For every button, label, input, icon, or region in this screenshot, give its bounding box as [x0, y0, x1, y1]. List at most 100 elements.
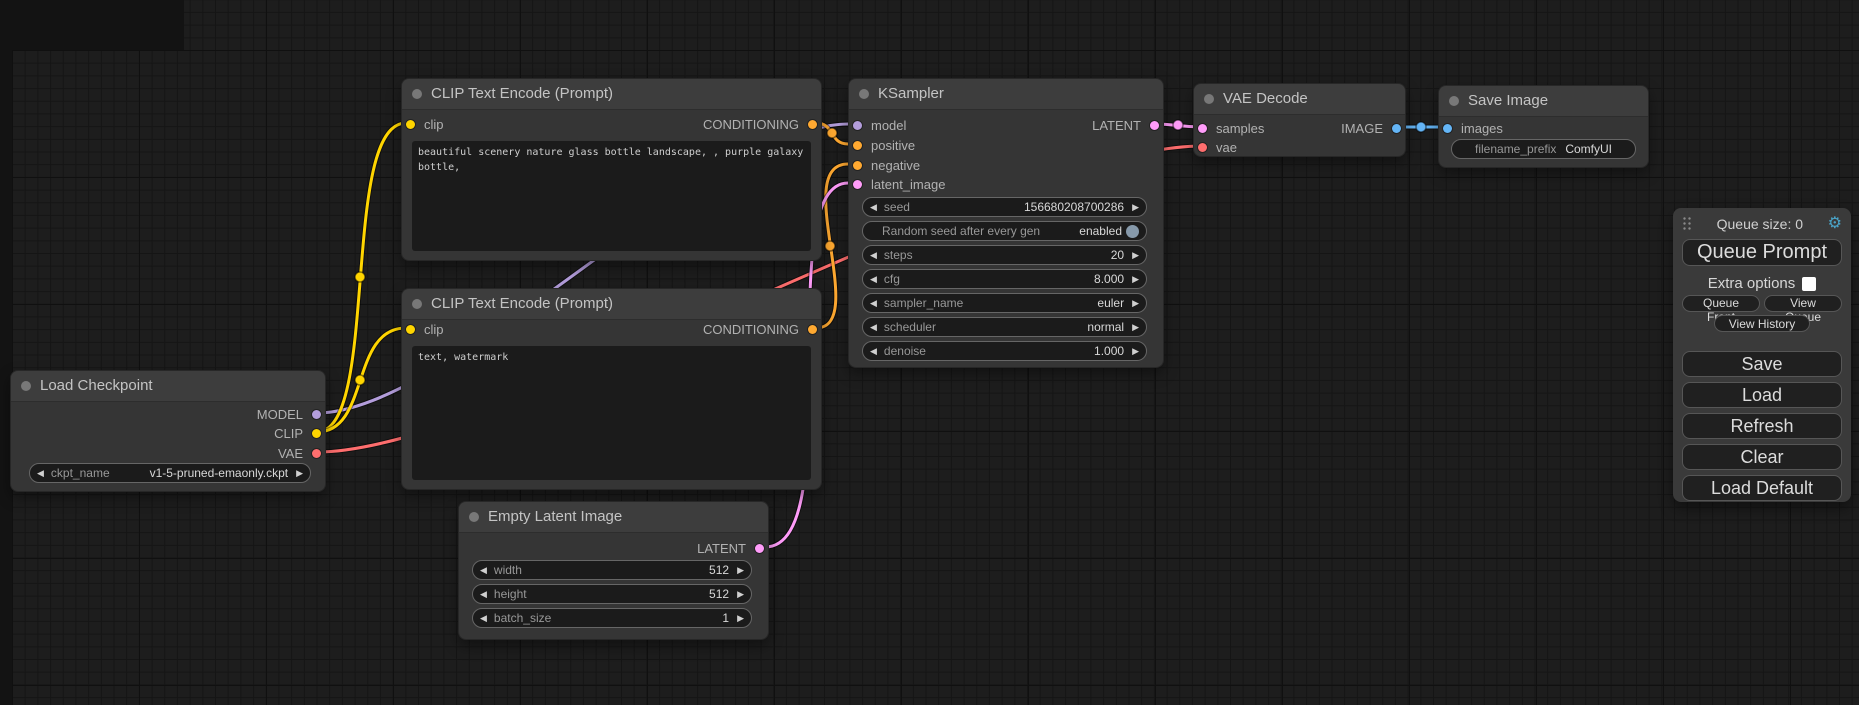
- widget-label: denoise: [884, 344, 926, 358]
- model-output-slot[interactable]: [312, 410, 321, 419]
- denoise-widget[interactable]: ◀ denoise 1.000 ▶: [862, 341, 1147, 361]
- collapse-dot[interactable]: [21, 381, 31, 391]
- latent-output-slot[interactable]: [755, 544, 764, 553]
- node-clip-text-encode-negative[interactable]: CLIP Text Encode (Prompt) clip CONDITION…: [401, 288, 822, 490]
- gear-icon[interactable]: ⚙: [1828, 216, 1842, 232]
- increment-arrow-icon[interactable]: ▶: [737, 590, 744, 599]
- node-title-bar[interactable]: CLIP Text Encode (Prompt): [402, 289, 821, 320]
- node-title: Empty Latent Image: [488, 502, 622, 532]
- prompt-textarea[interactable]: text, watermark: [412, 346, 811, 480]
- vae-output-slot[interactable]: [312, 449, 321, 458]
- image-output-slot[interactable]: [1392, 124, 1401, 133]
- model-input-slot[interactable]: [853, 121, 862, 130]
- slot-label: positive: [871, 138, 915, 153]
- widget-value: v1-5-pruned-emaonly.ckpt: [150, 466, 289, 480]
- node-title: Save Image: [1468, 86, 1548, 116]
- node-ksampler[interactable]: KSampler model LATENT positive negative …: [848, 78, 1164, 368]
- scheduler-widget[interactable]: ◀ scheduler normal ▶: [862, 317, 1147, 337]
- slot-label: LATENT: [1092, 118, 1141, 133]
- toggle-dot[interactable]: [1126, 225, 1139, 238]
- extra-options-checkbox[interactable]: [1802, 277, 1816, 291]
- collapse-dot[interactable]: [469, 512, 479, 522]
- clear-button[interactable]: Clear: [1682, 444, 1842, 470]
- clip-output-slot[interactable]: [312, 429, 321, 438]
- queue-front-button[interactable]: Queue Front: [1682, 295, 1760, 312]
- node-title-bar[interactable]: Load Checkpoint: [11, 371, 325, 402]
- positive-input-slot[interactable]: [853, 141, 862, 150]
- collapse-dot[interactable]: [412, 299, 422, 309]
- load-default-button[interactable]: Load Default: [1682, 475, 1842, 501]
- collapse-dot[interactable]: [859, 89, 869, 99]
- latent-output-slot[interactable]: [1150, 121, 1159, 130]
- decrement-arrow-icon[interactable]: ◀: [480, 614, 487, 623]
- increment-arrow-icon[interactable]: ▶: [1132, 203, 1139, 212]
- decrement-arrow-icon[interactable]: ◀: [870, 275, 877, 284]
- widget-value: 512: [709, 587, 729, 601]
- queue-menu-panel: Queue size: 0 ⚙ Queue Prompt Extra optio…: [1673, 208, 1851, 502]
- node-save-image[interactable]: Save Image images filename_prefix ComfyU…: [1438, 85, 1649, 168]
- view-queue-button[interactable]: View Queue: [1764, 295, 1842, 312]
- decrement-arrow-icon[interactable]: ◀: [480, 590, 487, 599]
- widget-value: euler: [1097, 296, 1124, 310]
- node-load-checkpoint[interactable]: Load Checkpoint MODEL CLIP VAE ◀ ckpt_na…: [10, 370, 326, 492]
- node-title-bar[interactable]: KSampler: [849, 79, 1163, 110]
- filename-prefix-widget[interactable]: filename_prefix ComfyUI: [1451, 139, 1636, 159]
- increment-arrow-icon[interactable]: ▶: [1132, 323, 1139, 332]
- batch-size-widget[interactable]: ◀ batch_size 1 ▶: [472, 608, 752, 628]
- width-widget[interactable]: ◀ width 512 ▶: [472, 560, 752, 580]
- clip-input-slot[interactable]: [406, 120, 415, 129]
- decrement-arrow-icon[interactable]: ◀: [37, 469, 44, 478]
- decrement-arrow-icon[interactable]: ◀: [870, 251, 877, 260]
- conditioning-output-slot[interactable]: [808, 120, 817, 129]
- widget-value: 512: [709, 563, 729, 577]
- save-button[interactable]: Save: [1682, 351, 1842, 377]
- slot-label: CONDITIONING: [703, 322, 799, 337]
- vae-input-slot[interactable]: [1198, 143, 1207, 152]
- images-input-slot[interactable]: [1443, 124, 1452, 133]
- decrement-arrow-icon[interactable]: ◀: [870, 299, 877, 308]
- load-button[interactable]: Load: [1682, 382, 1842, 408]
- refresh-button[interactable]: Refresh: [1682, 413, 1842, 439]
- view-history-button[interactable]: View History: [1714, 315, 1810, 332]
- node-title-bar[interactable]: Empty Latent Image: [459, 502, 768, 533]
- slot-label: clip: [424, 322, 444, 337]
- conditioning-output-slot[interactable]: [808, 325, 817, 334]
- collapse-dot[interactable]: [1449, 96, 1459, 106]
- random-seed-toggle-widget[interactable]: Random seed after every gen enabled: [862, 221, 1147, 241]
- cfg-widget[interactable]: ◀ cfg 8.000 ▶: [862, 269, 1147, 289]
- seed-widget[interactable]: ◀ seed 156680208700286 ▶: [862, 197, 1147, 217]
- node-title-bar[interactable]: CLIP Text Encode (Prompt): [402, 79, 821, 110]
- decrement-arrow-icon[interactable]: ◀: [870, 203, 877, 212]
- increment-arrow-icon[interactable]: ▶: [737, 614, 744, 623]
- collapse-dot[interactable]: [412, 89, 422, 99]
- node-clip-text-encode-positive[interactable]: CLIP Text Encode (Prompt) clip CONDITION…: [401, 78, 822, 261]
- clip-input-slot[interactable]: [406, 325, 415, 334]
- samples-input-slot[interactable]: [1198, 124, 1207, 133]
- decrement-arrow-icon[interactable]: ◀: [480, 566, 487, 575]
- node-title-bar[interactable]: VAE Decode: [1194, 84, 1405, 115]
- decrement-arrow-icon[interactable]: ◀: [870, 347, 877, 356]
- ckpt-name-widget[interactable]: ◀ ckpt_name v1-5-pruned-emaonly.ckpt ▶: [29, 463, 311, 483]
- negative-input-slot[interactable]: [853, 161, 862, 170]
- height-widget[interactable]: ◀ height 512 ▶: [472, 584, 752, 604]
- queue-prompt-button[interactable]: Queue Prompt: [1682, 239, 1842, 266]
- increment-arrow-icon[interactable]: ▶: [737, 566, 744, 575]
- drag-handle[interactable]: [1682, 216, 1692, 232]
- node-empty-latent-image[interactable]: Empty Latent Image LATENT ◀ width 512 ▶ …: [458, 501, 769, 640]
- decrement-arrow-icon[interactable]: ◀: [870, 323, 877, 332]
- steps-widget[interactable]: ◀ steps 20 ▶: [862, 245, 1147, 265]
- link-midpoint-dot: [1416, 122, 1426, 132]
- increment-arrow-icon[interactable]: ▶: [1132, 347, 1139, 356]
- increment-arrow-icon[interactable]: ▶: [1132, 275, 1139, 284]
- widget-label: Random seed after every gen: [882, 224, 1040, 238]
- collapse-dot[interactable]: [1204, 94, 1214, 104]
- node-title-bar[interactable]: Save Image: [1439, 86, 1648, 117]
- increment-arrow-icon[interactable]: ▶: [1132, 251, 1139, 260]
- prompt-textarea[interactable]: beautiful scenery nature glass bottle la…: [412, 141, 811, 251]
- latent-image-input-slot[interactable]: [853, 180, 862, 189]
- widget-label: steps: [884, 248, 913, 262]
- increment-arrow-icon[interactable]: ▶: [296, 469, 303, 478]
- increment-arrow-icon[interactable]: ▶: [1132, 299, 1139, 308]
- sampler-name-widget[interactable]: ◀ sampler_name euler ▶: [862, 293, 1147, 313]
- node-vae-decode[interactable]: VAE Decode samples IMAGE vae: [1193, 83, 1406, 157]
